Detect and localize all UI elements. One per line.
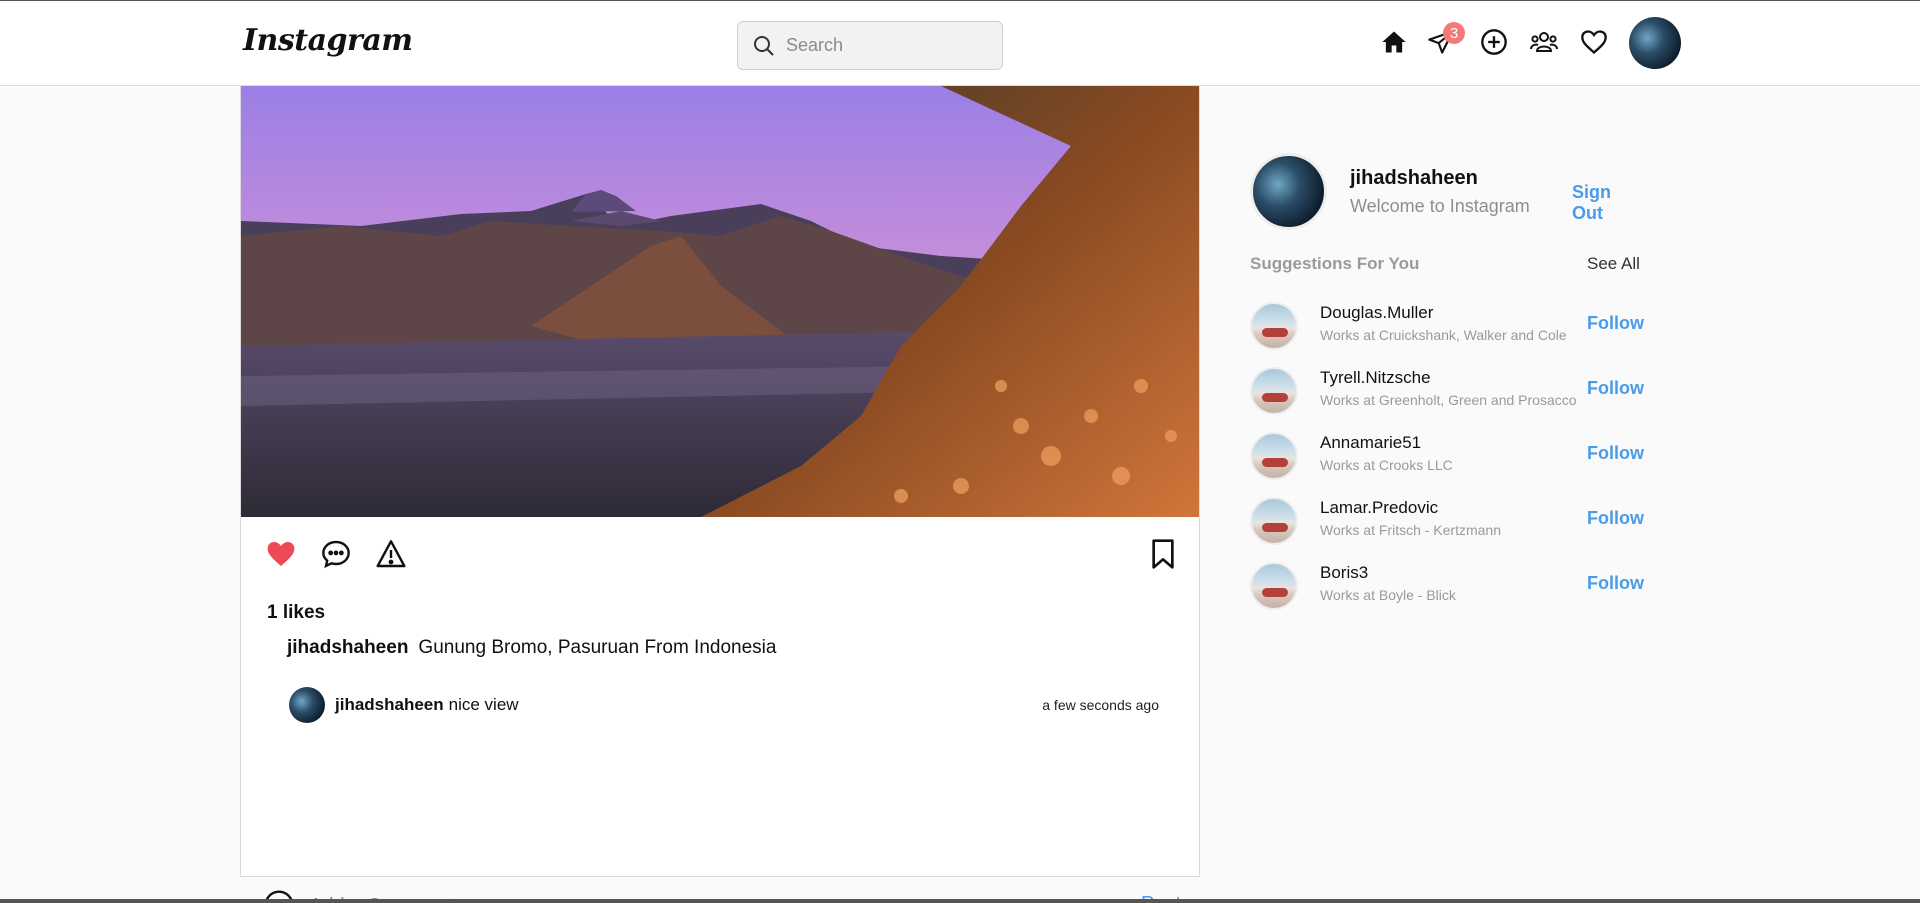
suggestion-item: Lamar.Predovic Works at Fritsch - Kertzm… [1250,495,1644,545]
post-image[interactable] [241,86,1199,517]
suggestion-name[interactable]: Annamarie51 [1320,433,1421,453]
suggestion-avatar[interactable] [1250,562,1298,610]
comment-button[interactable] [318,536,354,572]
suggestion-info: Works at Cruickshank, Walker and Cole [1320,327,1567,343]
plus-circle-icon[interactable] [1478,26,1510,58]
window-bottom-border [0,899,1920,903]
suggestion-name[interactable]: Douglas.Muller [1320,303,1433,323]
post-caption: jihadshaheen Gunung Bromo, Pasuruan From … [287,637,776,659]
suggestion-avatar[interactable] [1250,497,1298,545]
search-box[interactable] [737,21,1003,70]
follow-button[interactable]: Follow [1587,313,1644,334]
suggestion-name[interactable]: Tyrell.Nitzsche [1320,368,1431,388]
bookmark-icon[interactable] [1145,536,1181,572]
comment-row: jihadshaheen nice view a few seconds ago [289,686,1159,724]
like-button[interactable] [263,536,299,572]
search-input[interactable] [786,35,986,56]
suggestion-avatar[interactable] [1250,367,1298,415]
messages-badge: 3 [1443,22,1465,44]
suggestion-name[interactable]: Boris3 [1320,563,1368,583]
post-actions [263,536,1181,576]
top-navbar: Instagram 3 [0,0,1920,86]
see-all-link[interactable]: See All [1587,254,1640,274]
instagram-logo[interactable]: Instagram [243,23,413,58]
comment-text: nice view [448,695,519,714]
suggestion-item: Boris3 Works at Boyle - Blick Follow [1250,560,1644,610]
report-warning-icon[interactable] [373,536,409,572]
suggestion-info: Works at Fritsch - Kertzmann [1320,522,1502,538]
suggestion-avatar[interactable] [1250,302,1298,350]
suggestion-item: Tyrell.Nitzsche Works at Greenholt, Gree… [1250,365,1644,415]
paper-plane-icon[interactable]: 3 [1425,22,1465,58]
comment-avatar[interactable] [289,687,325,723]
sign-out-button[interactable]: Sign Out [1572,182,1643,224]
suggestions-title: Suggestions For You [1250,254,1420,273]
comment-user[interactable]: jihadshaheen [335,695,444,715]
profile-username[interactable]: jihadshaheen [1350,167,1478,190]
suggestion-name[interactable]: Lamar.Predovic [1320,498,1438,518]
suggestion-info: Works at Crooks LLC [1320,457,1453,473]
caption-author[interactable]: jihadshaheen [287,637,408,658]
caption-text: Gunung Bromo, Pasuruan From Indonesia [418,637,777,658]
home-icon[interactable] [1378,26,1410,58]
follow-button[interactable]: Follow [1587,378,1644,399]
suggestion-avatar[interactable] [1250,432,1298,480]
people-icon[interactable] [1528,26,1560,58]
heart-icon[interactable] [1578,26,1610,58]
comment-time: a few seconds ago [1042,697,1159,713]
suggestion-item: Douglas.Muller Works at Cruickshank, Wal… [1250,300,1644,350]
avatar[interactable] [1629,17,1681,69]
follow-button[interactable]: Follow [1587,573,1644,594]
suggestion-info: Works at Boyle - Blick [1320,587,1456,603]
likes-count: 1 likes [267,602,326,623]
profile-subtitle: Welcome to Instagram [1350,196,1530,216]
suggestion-info: Works at Greenholt, Green and Prosacco [1320,392,1577,408]
profile-avatar[interactable] [1250,153,1327,230]
suggestion-item: Annamarie51 Works at Crooks LLC Follow [1250,430,1644,480]
post-card: 1 likes jihadshaheen Gunung Bromo, Pasuru… [240,85,1200,903]
follow-button[interactable]: Follow [1587,508,1644,529]
search-icon [754,35,774,56]
follow-button[interactable]: Follow [1587,443,1644,464]
